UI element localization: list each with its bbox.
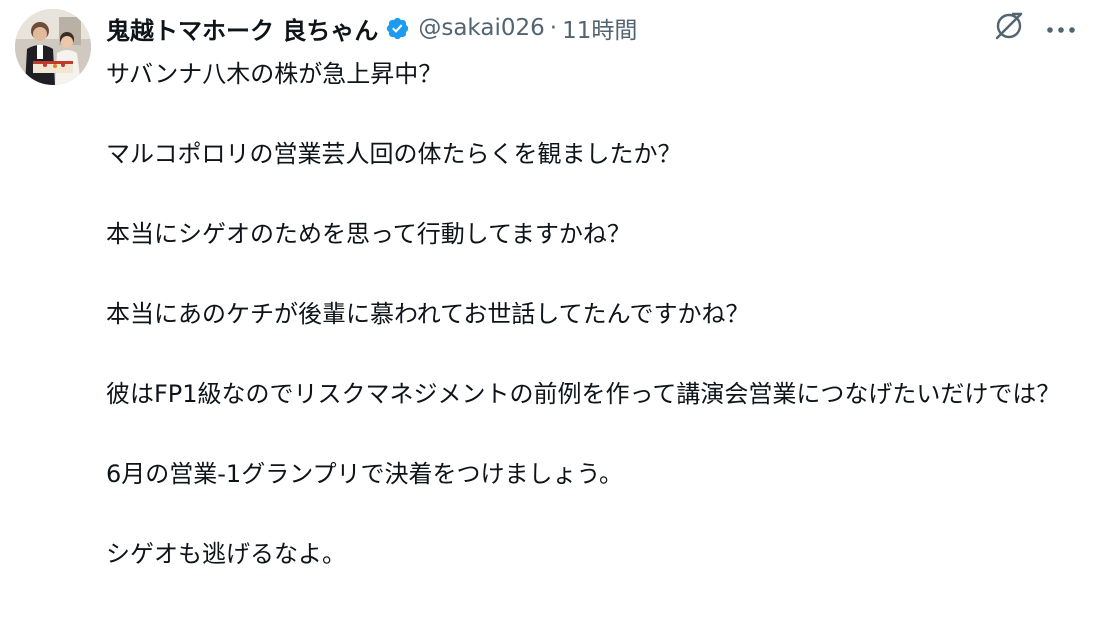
display-name[interactable]: 鬼越トマホーク 良ちゃん [106, 11, 378, 46]
tweet-paragraph: 6月の営業-1グランプリで決着をつけましょう。 [106, 460, 624, 488]
more-options-button[interactable] [1043, 10, 1079, 46]
tweet-paragraph: マルコポロリの営業芸人回の体たらくを観ましたか？ [106, 140, 682, 168]
separator: · [549, 15, 558, 41]
tweet-text: サバンナ八木の株が急上昇中？ マルコポロリの営業芸人回の体たらくを観ましたか？ … [106, 54, 1091, 574]
tweet-actions [991, 10, 1079, 46]
tweet-paragraph: シゲオも逃げるなよ。 [106, 540, 346, 568]
grok-button[interactable] [991, 10, 1027, 46]
tweet-header: 鬼越トマホーク 良ちゃん @sakai026 · 11時間 [106, 9, 637, 47]
tweet: 鬼越トマホーク 良ちゃん @sakai026 · 11時間 サバンナ八木の株が急… [0, 0, 1101, 622]
more-options-icon [1046, 19, 1076, 38]
avatar[interactable] [15, 9, 91, 85]
user-avatar-photo-icon [15, 9, 91, 85]
verified-badge-icon [385, 16, 410, 41]
tweet-paragraph: サバンナ八木の株が急上昇中？ [106, 60, 443, 88]
grok-icon [993, 10, 1025, 46]
timestamp[interactable]: 11時間 [562, 11, 637, 45]
tweet-paragraph: 本当にあのケチが後輩に慕われてお世話してたんですかね？ [106, 300, 750, 328]
tweet-paragraph: 彼はFP1級なのでリスクマネジメントの前例を作って講演会営業につなげたいだけでは… [106, 380, 1061, 408]
tweet-paragraph: 本当にシゲオのためを思って行動してますかね？ [106, 220, 631, 248]
handle[interactable]: @sakai026 [418, 15, 544, 41]
